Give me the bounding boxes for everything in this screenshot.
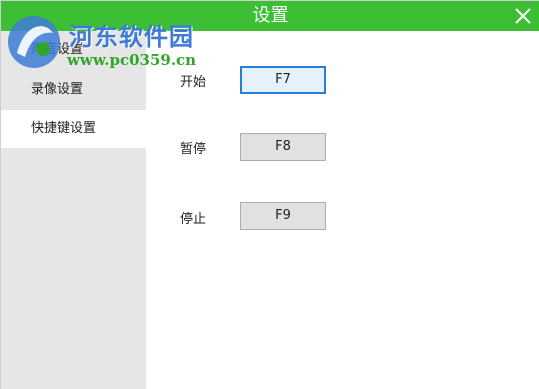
close-icon	[515, 8, 531, 24]
stop-hotkey-label: 停止	[180, 212, 207, 227]
sidebar-item-hotkeys[interactable]: 快捷键设置	[1, 110, 146, 148]
sidebar-item-label: 录像设置	[31, 82, 84, 97]
pause-hotkey-field[interactable]: F8	[240, 133, 326, 161]
watermark-site-url: www.pc0359.cn	[67, 51, 197, 69]
watermark-logo-icon	[8, 16, 60, 68]
stop-hotkey-field[interactable]: F9	[240, 202, 326, 230]
close-button[interactable]	[512, 5, 534, 27]
settings-sidebar: 声音设置 录像设置 快捷键设置	[1, 31, 146, 389]
site-watermark: 河东软件园 www.pc0359.cn	[5, 9, 215, 75]
hotkey-settings-panel: 开始 F7 暂停 F8 停止 F9	[146, 31, 539, 389]
sidebar-item-label: 快捷键设置	[31, 121, 97, 136]
sidebar-item-recording[interactable]: 录像设置	[1, 71, 146, 109]
settings-window: 设置 声音设置 录像设置 快捷键设置 开始 F7 暂停 F8 停止 F9	[0, 0, 539, 389]
start-hotkey-field[interactable]: F7	[240, 66, 326, 94]
watermark-site-name: 河东软件园	[69, 22, 194, 51]
pause-hotkey-label: 暂停	[180, 142, 207, 157]
